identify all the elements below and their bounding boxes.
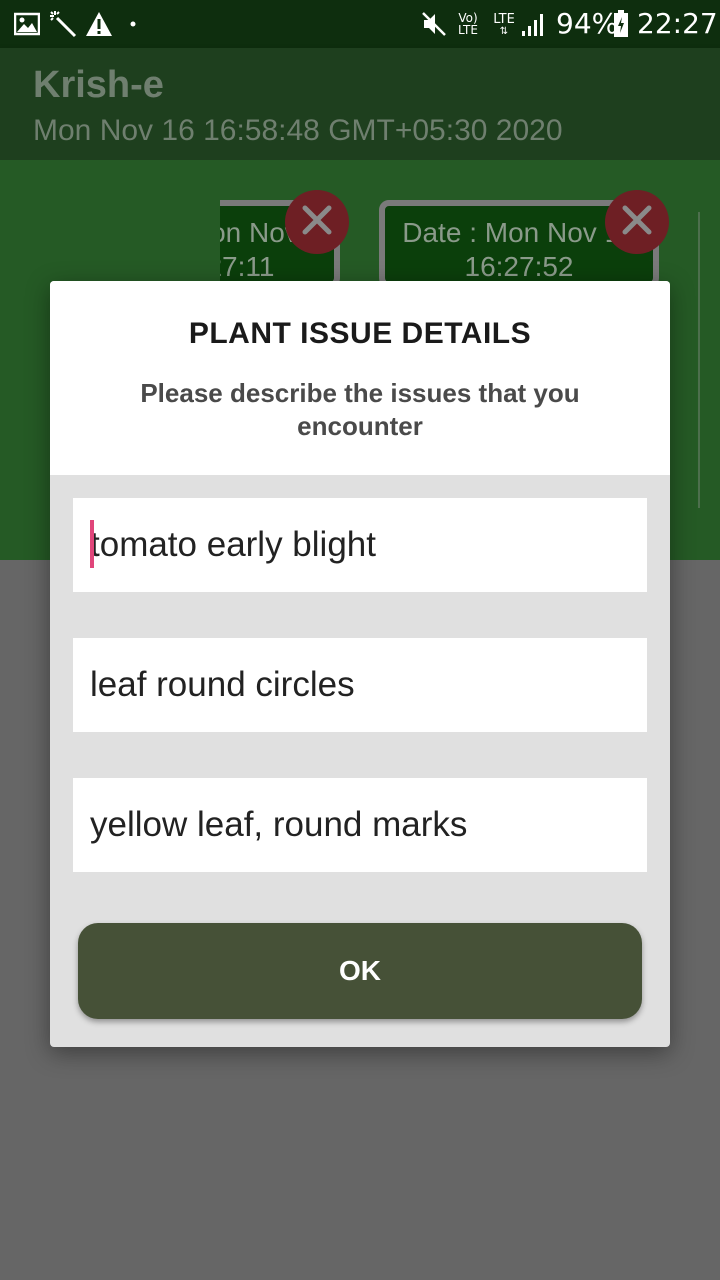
warning-icon xyxy=(84,8,114,40)
gallery-icon xyxy=(12,8,42,40)
status-bar: Vo) LTE LTE ⇅ 94% 22:27 xyxy=(0,0,720,48)
battery-icon xyxy=(612,8,630,40)
text-cursor xyxy=(90,520,94,568)
issue-field-2[interactable] xyxy=(73,638,647,732)
signal-icon xyxy=(520,8,548,40)
volte-icon: Vo) LTE xyxy=(458,11,478,37)
mute-icon xyxy=(420,8,448,40)
plant-issue-dialog: PLANT ISSUE DETAILS Please describe the … xyxy=(50,281,670,1047)
app-bar: Krish-e Mon Nov 16 16:58:48 GMT+05:30 20… xyxy=(0,48,720,160)
delete-card-button[interactable] xyxy=(285,190,349,254)
dialog-message: Please describe the issues that you enco… xyxy=(140,378,580,441)
app-subtitle: Mon Nov 16 16:58:48 GMT+05:30 2020 xyxy=(33,114,563,147)
issue-input-2[interactable] xyxy=(73,638,647,732)
dot-icon xyxy=(128,8,138,40)
scroll-divider xyxy=(698,212,700,508)
dialog-title: PLANT ISSUE DETAILS xyxy=(188,317,532,350)
close-icon xyxy=(622,205,652,240)
delete-card-button[interactable] xyxy=(605,190,669,254)
dialog-header: PLANT ISSUE DETAILS Please describe the … xyxy=(50,281,670,475)
issue-field-1[interactable] xyxy=(73,498,647,592)
issue-input-1[interactable] xyxy=(73,498,647,592)
issue-input-3[interactable] xyxy=(73,778,647,872)
clock: 22:27 xyxy=(637,7,718,40)
lte-icon: LTE ⇅ xyxy=(493,11,515,37)
magic-wand-icon xyxy=(48,8,78,40)
ok-button[interactable]: OK xyxy=(78,923,642,1019)
battery-percent: 94% xyxy=(556,7,619,40)
close-icon xyxy=(302,205,332,240)
app-title: Krish-e xyxy=(33,64,164,106)
issue-field-3[interactable] xyxy=(73,778,647,872)
